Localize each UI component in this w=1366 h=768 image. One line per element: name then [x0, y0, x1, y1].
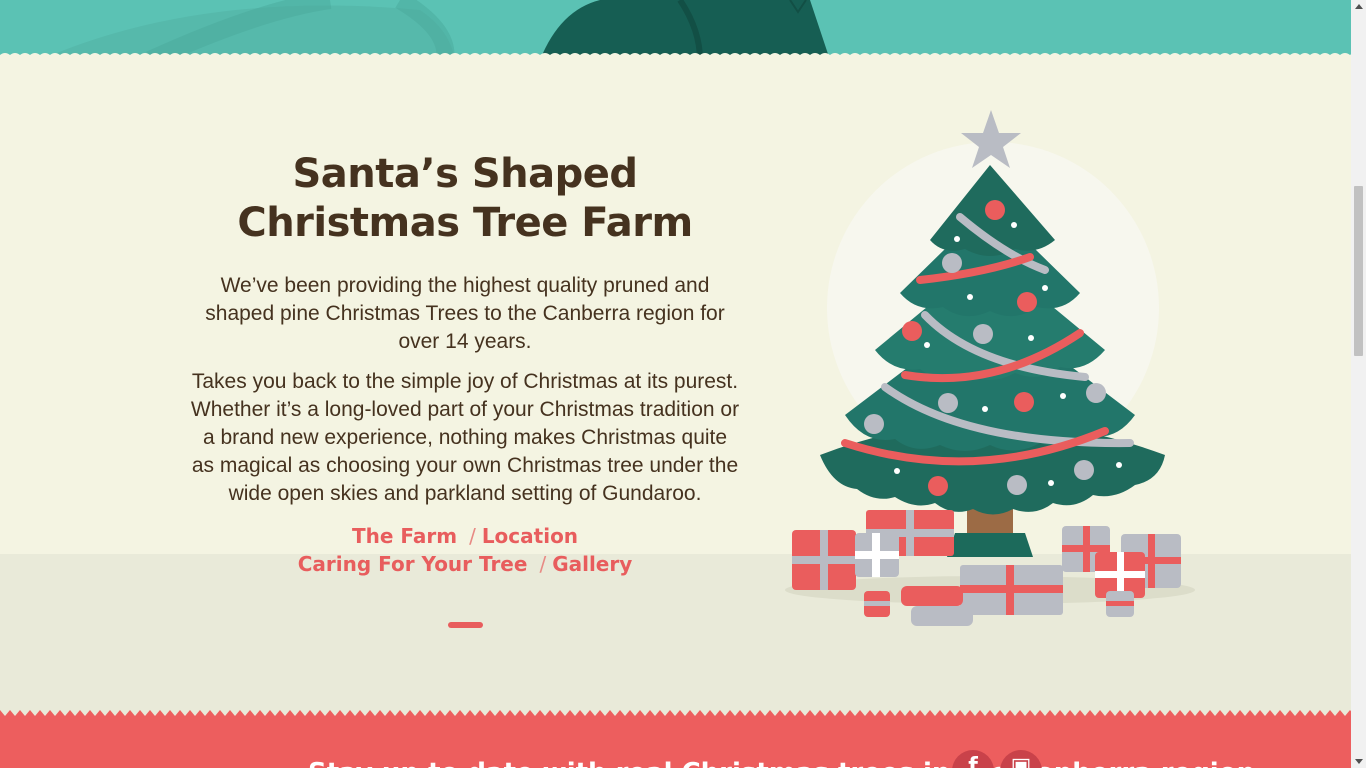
section-links-row-1: The Farm / Location [190, 522, 740, 550]
top-banner-art [0, 0, 1351, 60]
link-the-farm[interactable]: The Farm [352, 524, 457, 548]
intro-section: Santa’s Shaped Christmas Tree Farm We’ve… [190, 150, 740, 578]
top-banner [0, 0, 1351, 60]
section-links: The Farm / Location Caring For Your Tree / G… [190, 522, 740, 578]
scrollbar-thumb[interactable] [1354, 186, 1363, 356]
ornament-grey [1074, 460, 1094, 480]
section-links-row-2: Caring For Your Tree / Gallery [190, 550, 740, 578]
tree-light [954, 236, 960, 242]
link-separator: / [469, 524, 476, 548]
ornament-red [902, 321, 922, 341]
link-caring-for-your-tree[interactable]: Caring For Your Tree [298, 552, 528, 576]
gift-icon [901, 586, 973, 626]
ornament-red [928, 476, 948, 496]
facebook-icon[interactable]: f [952, 750, 994, 768]
ornament-grey [1086, 383, 1106, 403]
intro-paragraph-1: We’ve been providing the highest quality… [205, 274, 725, 353]
page: Santa’s Shaped Christmas Tree Farm We’ve… [0, 0, 1366, 768]
scroll-down-arrow-icon[interactable] [1355, 759, 1363, 764]
ornament-red [1017, 292, 1037, 312]
tree-light [894, 468, 900, 474]
viewport: Santa’s Shaped Christmas Tree Farm We’ve… [0, 0, 1351, 768]
ornament-grey [973, 324, 993, 344]
christmas-tree-illustration [785, 110, 1195, 626]
ornament-grey [864, 414, 884, 434]
gift-icon [864, 591, 890, 617]
link-location[interactable]: Location [482, 524, 578, 548]
scrollbar[interactable] [1351, 0, 1366, 768]
tree-light [1011, 222, 1017, 228]
tree-light [1060, 393, 1066, 399]
gift-icon [1106, 591, 1134, 617]
ornament-grey [938, 393, 958, 413]
gift-icon [792, 530, 856, 590]
ornament-grey [1007, 475, 1027, 495]
tree-light [1048, 480, 1054, 486]
page-title: Santa’s Shaped Christmas Tree Farm [237, 151, 693, 246]
section-divider [448, 622, 483, 628]
footer-text: Stay up to date with real Christmas tree… [308, 758, 1255, 768]
tree-light [1116, 462, 1122, 468]
tree-light [967, 294, 973, 300]
scroll-up-arrow-icon[interactable] [1355, 4, 1363, 9]
instagram-icon[interactable]: ▣ [1000, 750, 1042, 768]
link-gallery[interactable]: Gallery [552, 552, 632, 576]
intro-paragraph-2: Takes you back to the simple joy of Chri… [190, 370, 740, 505]
tree-light [924, 342, 930, 348]
tree-light [1042, 285, 1048, 291]
ornament-red [985, 200, 1005, 220]
ornament-grey [942, 253, 962, 273]
footer-zigzag [0, 710, 1351, 716]
link-separator: / [539, 552, 547, 576]
tree-light [1028, 335, 1034, 341]
tree-base [947, 533, 1033, 557]
ornament-red [1014, 392, 1034, 412]
gift-icon [960, 565, 1063, 615]
tree-light [982, 406, 988, 412]
gift-icon [855, 533, 899, 577]
footer-band: Stay up to date with real Christmas tree… [0, 710, 1351, 768]
